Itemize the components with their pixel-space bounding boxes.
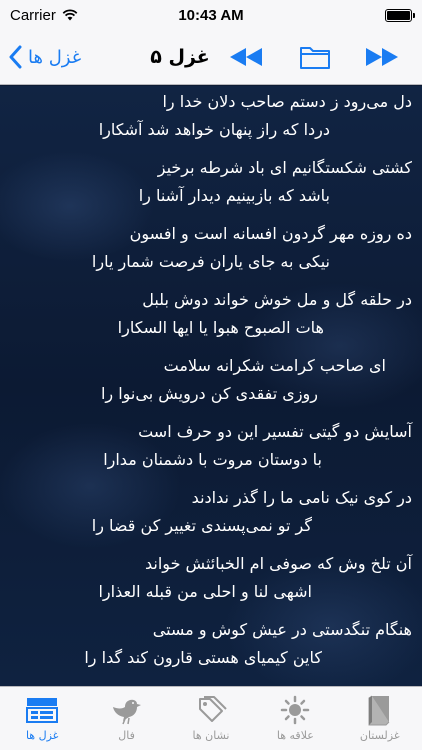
- tab-label: نشان ها: [192, 729, 230, 742]
- tab-label: فال: [118, 729, 135, 742]
- verse-first: دل می‌رود ز دستم صاحب دلان خدا را: [162, 92, 412, 111]
- verse-second: باشد که بازبینیم دیدار آشنا را: [138, 186, 330, 205]
- verse-first: آسایش دو گیتی تفسیر این دو حرف است: [138, 422, 412, 441]
- tab-fal[interactable]: فال: [84, 687, 168, 750]
- verse-second: اشهی لنا و احلی من قبله العذارا: [98, 582, 312, 601]
- tab-bookmarks[interactable]: نشان ها: [169, 687, 253, 750]
- folder-button[interactable]: [298, 42, 332, 72]
- verse-first: ده روزه مهر گردون افسانه است و افسون: [129, 224, 412, 243]
- verse-second: دردا که راز پنهان خواهد شد آشکارا: [98, 120, 330, 139]
- verse-second: با دوستان مروت با دشمنان مدارا: [103, 450, 322, 469]
- verse-second: کاین کیمیای هستی قارون کند گدا را: [84, 648, 322, 667]
- couplet: ای صاحب کرامت شکرانه سلامت روزی تفقدی کن…: [0, 350, 422, 416]
- verse-first: ای صاحب کرامت شکرانه سلامت: [163, 356, 386, 375]
- verse-second: روزی تفقدی کن درویش بی‌نوا را: [100, 384, 318, 403]
- couplet: در حلقه گل و مل خوش خواند دوش بلبل هات ا…: [0, 284, 422, 350]
- verse-second: گر تو نمی‌پسندی تغییر کن قضا را: [91, 516, 312, 535]
- couplet: هنگام تنگدستی در عیش کوش و مستی کاین کیم…: [0, 614, 422, 680]
- couplet: در کوی نیک نامی ما را گذر ندادند گر تو ن…: [0, 482, 422, 548]
- rewind-icon: [230, 48, 262, 66]
- back-button-label: غزل ها: [28, 46, 82, 68]
- verse-first: کشتی شکستگانیم ای باد شرطه برخیز: [157, 158, 412, 177]
- couplet: آسایش دو گیتی تفسیر این دو حرف است با دو…: [0, 416, 422, 482]
- tab-label: غزلستان: [359, 729, 400, 742]
- couplet: ده روزه مهر گردون افسانه است و افسون نیک…: [0, 218, 422, 284]
- couplet: دل می‌رود ز دستم صاحب دلان خدا را دردا ک…: [0, 86, 422, 152]
- verse-first: هنگام تنگدستی در عیش کوش و مستی: [152, 620, 412, 639]
- page-title: غزل ۵: [150, 46, 210, 68]
- book-icon: [360, 693, 400, 727]
- carrier-label: Carrier: [10, 6, 56, 24]
- tab-ghazalestan[interactable]: غزلستان: [338, 687, 422, 750]
- verse-second: هات الصبوح هبوا یا ایها السکارا: [117, 318, 324, 337]
- couplet: کشتی شکستگانیم ای باد شرطه برخیز باشد که…: [0, 152, 422, 218]
- back-button[interactable]: غزل ها: [8, 42, 81, 72]
- verse-first: در کوی نیک نامی ما را گذر ندادند: [191, 488, 412, 507]
- bird-icon: [107, 693, 147, 727]
- navigation-bar: غزل ها غزل ۵: [0, 30, 422, 85]
- tab-label: غزل ها: [25, 729, 59, 742]
- verse-first: آن تلخ وش که صوفی ام الخبائثش خواند: [145, 554, 412, 573]
- status-bar: Carrier 10:43 AM: [0, 0, 422, 30]
- tab-label: علاقه ها: [276, 729, 314, 742]
- list-icon: [22, 693, 62, 727]
- folder-icon: [300, 47, 330, 69]
- tab-bar: غزل ها فال نشان ها علاقه ها غزلستان: [0, 686, 422, 750]
- verse-first: در حلقه گل و مل خوش خواند دوش بلبل: [142, 290, 412, 309]
- status-left: Carrier: [10, 7, 78, 24]
- poem-content[interactable]: دل می‌رود ز دستم صاحب دلان خدا را دردا ک…: [0, 86, 422, 686]
- next-button[interactable]: [364, 42, 400, 72]
- fast-forward-icon: [366, 48, 398, 66]
- couplet: آن تلخ وش که صوفی ام الخبائثش خواند اشهی…: [0, 548, 422, 614]
- previous-button[interactable]: [228, 42, 264, 72]
- battery-icon: [385, 8, 415, 22]
- wifi-icon: [62, 9, 78, 21]
- verse-second: نیکی به جای یاران فرصت شمار یارا: [91, 252, 330, 271]
- tab-ghazals[interactable]: غزل ها: [0, 687, 84, 750]
- chevron-left-icon: [9, 45, 22, 69]
- tab-favorites[interactable]: علاقه ها: [253, 687, 337, 750]
- tags-icon: [191, 693, 231, 727]
- sun-icon: [275, 693, 315, 727]
